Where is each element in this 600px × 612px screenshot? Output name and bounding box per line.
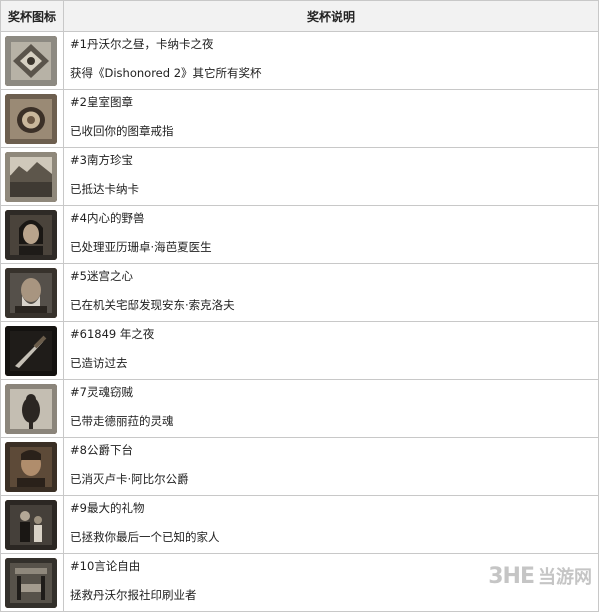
trophy-description: 获得《Dishonored 2》其它所有奖杯 — [70, 66, 262, 80]
portrait-old-man-icon — [5, 267, 57, 318]
trophy-name: #8公爵下台 — [70, 443, 133, 457]
trophy-description: 已收回你的图章戒指 — [70, 124, 174, 138]
trophy-description: 已造访过去 — [70, 356, 128, 370]
trophy-description: 拯救丹沃尔报社印刷业者 — [70, 588, 197, 602]
watermark-text: 当游网 — [538, 567, 592, 588]
coastline-icon — [5, 151, 57, 202]
site-watermark: 3HE 当游网 — [488, 563, 592, 589]
header-desc-column: 奖杯说明 — [63, 0, 599, 32]
header-row: 奖杯图标 奖杯说明 — [0, 0, 599, 32]
dagger-icon — [5, 325, 57, 376]
table-row: #5迷宫之心 已在机关宅邸发现安东·索克洛夫 — [0, 263, 599, 322]
trophy-description: 已拯救你最后一个已知的家人 — [70, 530, 220, 544]
bird-icon — [5, 383, 57, 434]
trophy-description: 已在机关宅邸发现安东·索克洛夫 — [70, 298, 235, 312]
trophy-description: 已带走德丽菈的灵魂 — [70, 414, 174, 428]
emblem-icon — [5, 35, 57, 86]
trophy-name: #4内心的野兽 — [70, 211, 145, 225]
trophy-description: 已抵达卡纳卡 — [70, 182, 139, 196]
signet-ring-icon — [5, 93, 57, 144]
trophy-description: 已处理亚历珊卓·海芭夏医生 — [70, 240, 212, 254]
table-row: #61849 年之夜 已造访过去 — [0, 321, 599, 380]
table-row: #8公爵下台 已消灭卢卡·阿比尔公爵 — [0, 437, 599, 496]
trophy-name: #61849 年之夜 — [70, 327, 155, 341]
portrait-woman-icon — [5, 209, 57, 260]
figures-icon — [5, 499, 57, 550]
table-row: #1丹沃尔之昼，卡纳卡之夜 获得《Dishonored 2》其它所有奖杯 — [0, 31, 599, 90]
trophy-description: 已消灭卢卡·阿比尔公爵 — [70, 472, 189, 486]
portrait-duke-icon — [5, 441, 57, 492]
table-row: #9最大的礼物 已拯救你最后一个已知的家人 — [0, 495, 599, 554]
trophy-name: #5迷宫之心 — [70, 269, 133, 283]
trophy-name: #9最大的礼物 — [70, 501, 145, 515]
trophy-table: 奖杯图标 奖杯说明 #1丹沃尔之昼，卡纳卡之夜 获得《Dishonored 2》… — [0, 0, 599, 612]
table-row: #2皇室图章 已收回你的图章戒指 — [0, 89, 599, 148]
trophy-name: #1丹沃尔之昼，卡纳卡之夜 — [70, 37, 214, 51]
trophy-name: #2皇室图章 — [70, 95, 133, 109]
watermark-logo: 3HE — [488, 564, 535, 589]
table-row: #4内心的野兽 已处理亚历珊卓·海芭夏医生 — [0, 205, 599, 264]
table-row: #3南方珍宝 已抵达卡纳卡 — [0, 147, 599, 206]
trophy-name: #7灵魂窃贼 — [70, 385, 133, 399]
trophy-name: #3南方珍宝 — [70, 153, 133, 167]
header-icon-column: 奖杯图标 — [0, 0, 64, 32]
table-row: #7灵魂窃贼 已带走德丽菈的灵魂 — [0, 379, 599, 438]
printing-press-icon — [5, 557, 57, 608]
